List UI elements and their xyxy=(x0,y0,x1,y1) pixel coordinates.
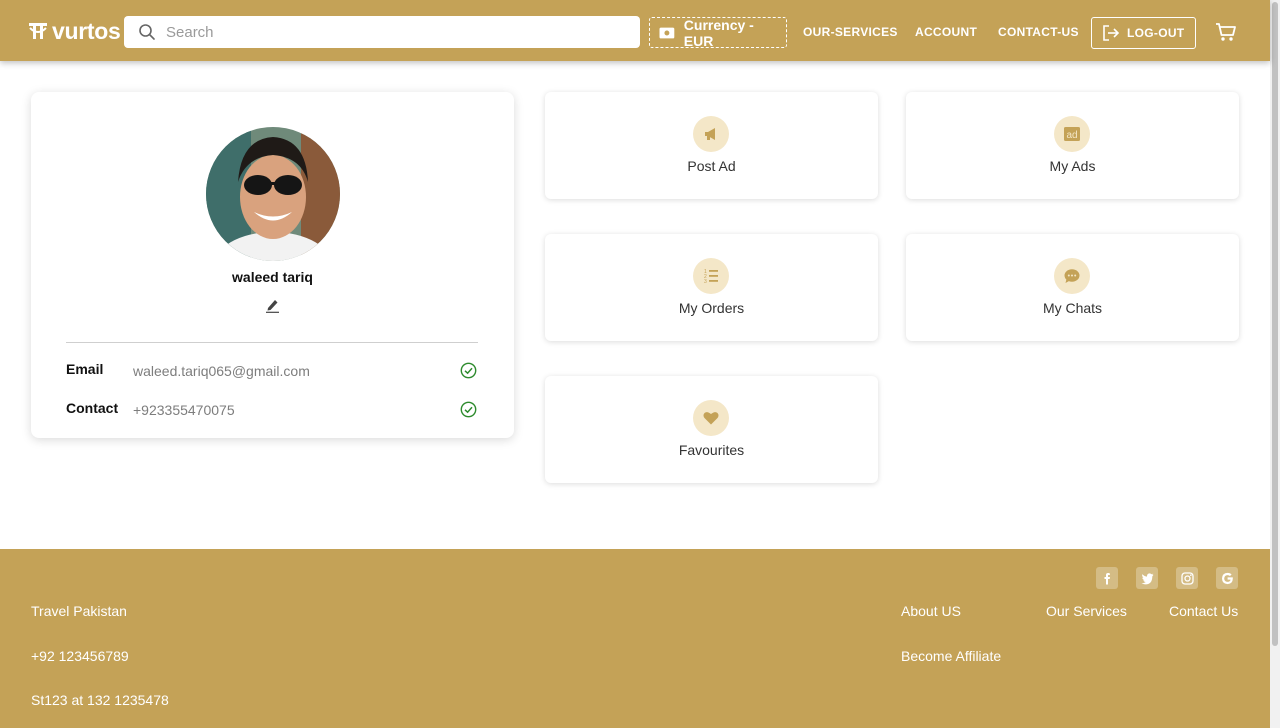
footer-link-contact[interactable]: Contact Us xyxy=(1169,603,1238,619)
brand-logo[interactable]: vurtos xyxy=(28,19,121,43)
footer-link-affiliate[interactable]: Become Affiliate xyxy=(901,648,1001,664)
search-icon xyxy=(139,24,155,40)
tile-label: My Orders xyxy=(678,300,745,316)
contact-value: +923355470075 xyxy=(133,402,235,418)
avatar xyxy=(206,127,340,261)
logout-button[interactable]: LOG-OUT xyxy=(1091,17,1196,49)
twitter-icon[interactable] xyxy=(1136,567,1158,589)
facebook-icon[interactable] xyxy=(1096,567,1118,589)
tile-my-orders[interactable]: 1 2 3 My Orders xyxy=(545,234,878,341)
cash-icon xyxy=(659,27,675,38)
search-input[interactable] xyxy=(166,23,606,41)
logout-icon xyxy=(1103,25,1120,41)
tile-label: My Chats xyxy=(1042,300,1103,316)
google-icon[interactable] xyxy=(1216,567,1238,589)
email-label: Email xyxy=(66,361,104,377)
logout-label: LOG-OUT xyxy=(1127,26,1185,40)
page-scrollbar[interactable] xyxy=(1270,0,1280,728)
tile-my-ads[interactable]: ad My Ads xyxy=(906,92,1239,199)
currency-label: Currency - EUR xyxy=(683,16,754,49)
chat-icon xyxy=(1054,258,1090,294)
footer: Travel Pakistan +92 123456789 St123 at 1… xyxy=(0,549,1270,728)
nav-contact-us[interactable]: CONTACT-US xyxy=(998,25,1079,39)
svg-text:3: 3 xyxy=(704,279,707,285)
search-box[interactable] xyxy=(124,16,640,48)
brand-name: vurtos xyxy=(52,18,121,44)
edit-icon[interactable] xyxy=(265,297,280,313)
divider xyxy=(66,342,478,343)
list-icon: 1 2 3 xyxy=(693,258,729,294)
ad-icon: ad xyxy=(1054,116,1090,152)
cart-icon[interactable] xyxy=(1215,22,1237,42)
footer-phone: +92 123456789 xyxy=(31,648,129,664)
instagram-icon[interactable] xyxy=(1176,567,1198,589)
svg-text:ad: ad xyxy=(1066,130,1077,141)
verified-check-icon xyxy=(460,401,477,418)
heart-icon xyxy=(693,400,729,436)
tile-favourites[interactable]: Favourites xyxy=(545,376,878,483)
tile-post-ad[interactable]: Post Ad xyxy=(545,92,878,199)
email-value: waleed.tariq065@gmail.com xyxy=(133,363,310,379)
top-navbar: vurtos Currency - EUR OUR-SERVICES ACCOU… xyxy=(0,0,1270,61)
footer-link-about[interactable]: About US xyxy=(901,603,961,619)
contact-label: Contact xyxy=(66,400,119,416)
nav-account[interactable]: ACCOUNT xyxy=(915,25,977,39)
nav-our-services[interactable]: OUR-SERVICES xyxy=(803,25,898,39)
profile-card: waleed tariq Email waleed.tariq065@gmail… xyxy=(31,92,514,438)
tile-label: Favourites xyxy=(678,442,745,458)
footer-company: Travel Pakistan xyxy=(31,603,127,619)
tile-my-chats[interactable]: My Chats xyxy=(906,234,1239,341)
verified-check-icon xyxy=(460,362,477,379)
currency-selector[interactable]: Currency - EUR xyxy=(649,16,787,49)
footer-link-services[interactable]: Our Services xyxy=(1046,603,1127,619)
tile-label: My Ads xyxy=(1049,158,1096,174)
footer-address: St123 at 132 1235478 xyxy=(31,692,169,708)
logo-icon xyxy=(29,23,47,39)
user-name: waleed tariq xyxy=(232,269,313,285)
megaphone-icon xyxy=(693,116,729,152)
scrollbar-thumb[interactable] xyxy=(1272,2,1278,646)
tile-label: Post Ad xyxy=(687,158,736,174)
